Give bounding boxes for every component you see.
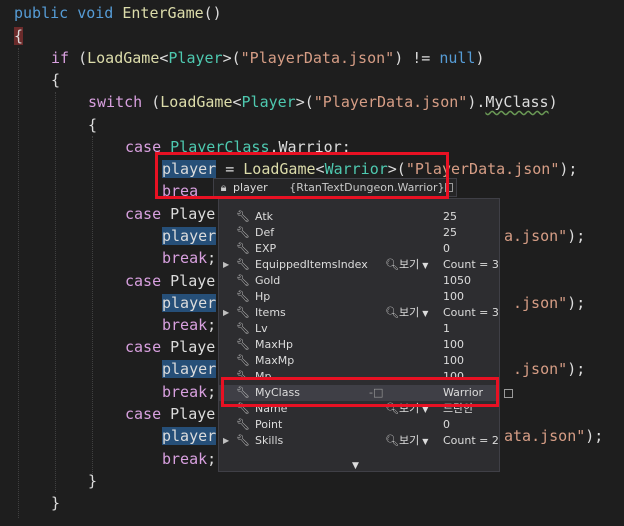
code-line-1: public void EnterGame() [14,4,222,22]
indent-guide [55,92,56,492]
viewer-button[interactable]: 🔍︎보기 ▼ [385,257,428,274]
member-row-equippeditemsindex[interactable]: ▶ 🔧︎ EquippedItemsIndex 🔍︎보기 ▼ Count = 3 [219,257,499,273]
code-line-12: break; [162,249,217,267]
member-row-exp[interactable]: 🔧︎ EXP 0 [219,241,499,257]
datatip-header[interactable]: 🔒︎ player {RtanTextDungeon.Warrior} [213,178,457,197]
viewer-button[interactable]: 🔍︎보기 ▼ [385,401,428,418]
code-line-14-tail: .json"); [513,294,586,312]
code-line-22: } [88,472,98,490]
datatip-variable-value: {RtanTextDungeon.Warrior} [289,181,445,194]
code-line-20-tail: ata.json"); [504,427,604,445]
member-row-mp[interactable]: 🔧︎ Mp 100 [219,369,499,377]
code-line-16: case Playe [125,338,216,356]
code-line-2: { [14,27,24,45]
scroll-down-arrow-icon[interactable]: ▼ [352,461,359,471]
code-line-13: case Playe [125,272,216,290]
wrench-icon: 🔧︎ [236,210,250,223]
wrench-icon: 🔧︎ [236,290,250,303]
wrench-icon: 🔧︎ [236,274,250,287]
wrench-icon: 🔧︎ [236,226,250,239]
member-row-items[interactable]: ▶ 🔧︎ Items 🔍︎보기 ▼ Count = 3 [219,305,499,321]
wrench-icon: 🔧︎ [236,258,250,271]
code-line-5: switch (LoadGame<Player>("PlayerData.jso… [88,93,558,111]
wrench-icon: 🔧︎ [236,402,250,415]
code-line-23: } [51,494,61,512]
code-line-15: break; [162,316,217,334]
code-line-6: { [88,116,98,134]
member-row-name[interactable]: 🔧︎ Name 🔍︎보기 ▼ 드란안 [219,401,499,417]
lock-icon: 🔒︎ [220,180,227,194]
wrench-icon: 🔧︎ [236,306,250,319]
wrench-icon: 🔧︎ [236,354,250,367]
datatip-variable-name: player [233,181,268,194]
wrench-icon: 🔧︎ [236,418,250,431]
member-row-def[interactable]: 🔧︎ Def 25 [219,225,499,241]
member-row-point[interactable]: 🔧︎ Point 0 [219,417,499,433]
magnifier-icon: 🔍︎ [385,306,399,319]
code-line-11-tail: a.json"); [504,227,586,245]
code-line-11: player [162,227,217,245]
code-line-21: break; [162,450,217,468]
code-line-3: if (LoadGame<Player>("PlayerData.json") … [51,49,485,67]
magnifier-icon: 🔍︎ [385,258,399,271]
expand-arrow-icon[interactable]: ▶ [223,433,231,449]
member-row-hp[interactable]: 🔧︎ Hp 100 [219,289,499,305]
wrench-icon: 🔧︎ [236,338,250,351]
dropdown-arrow-icon[interactable]: ▼ [422,437,428,446]
indent-guide [18,48,19,518]
member-row-maxmp[interactable]: 🔧︎ MaxMp 100 [219,353,499,369]
expand-arrow-icon[interactable]: ▶ [223,305,231,321]
magnifier-icon: 🔍︎ [385,402,399,415]
code-line-17: player [162,360,217,378]
member-row-gold[interactable]: 🔧︎ Gold 1050 [219,273,499,289]
code-line-9: brea [162,182,199,200]
viewer-button[interactable]: 🔍︎보기 ▼ [385,305,428,322]
code-line-20: player [162,427,217,445]
expand-arrow-icon[interactable]: ▶ [223,257,231,273]
dropdown-arrow-icon[interactable]: ▼ [422,405,428,414]
dropdown-arrow-icon[interactable]: ▼ [422,261,428,270]
magnifier-icon: 🔍︎ [385,434,399,447]
code-line-7: case PlayerClass.Warrior: [125,138,351,156]
pin-icon[interactable] [504,389,513,398]
indent-guide [92,136,93,476]
member-row-myclass[interactable]: 🔧︎ MyClass -□ Warrior [219,385,499,401]
wrench-icon: 🔧︎ [236,322,250,335]
code-line-17-tail: .json"); [513,360,586,378]
viewer-button[interactable]: 🔍︎보기 ▼ [385,433,428,450]
code-line-8: player = LoadGame<Warrior>("PlayerData.j… [162,160,578,178]
wrench-icon: 🔧︎ [236,386,250,399]
pin-icon[interactable]: -□ [369,385,383,401]
member-row-lv[interactable]: 🔧︎ Lv 1 [219,321,499,337]
code-line-19: case Playe [125,405,216,423]
code-line-14: player [162,294,217,312]
member-row-skills[interactable]: ▶ 🔧︎ Skills 🔍︎보기 ▼ Count = 2 [219,433,499,449]
dropdown-arrow-icon[interactable]: ▼ [422,309,428,318]
code-line-4: { [51,71,61,89]
datatip-members-panel[interactable]: 🔧︎ Atk 25 🔧︎ Def 25 🔧︎ EXP 0 ▶ 🔧︎ Equipp… [218,198,500,472]
code-line-18: break; [162,383,217,401]
member-row-maxhp[interactable]: 🔧︎ MaxHp 100 [219,337,499,353]
wrench-icon: 🔧︎ [236,434,250,447]
wrench-icon: 🔧︎ [236,242,250,255]
pin-icon[interactable] [444,183,453,192]
wrench-icon: 🔧︎ [236,370,250,377]
member-row-atk[interactable]: 🔧︎ Atk 25 [219,209,499,225]
code-line-10: case Playe [125,205,216,223]
